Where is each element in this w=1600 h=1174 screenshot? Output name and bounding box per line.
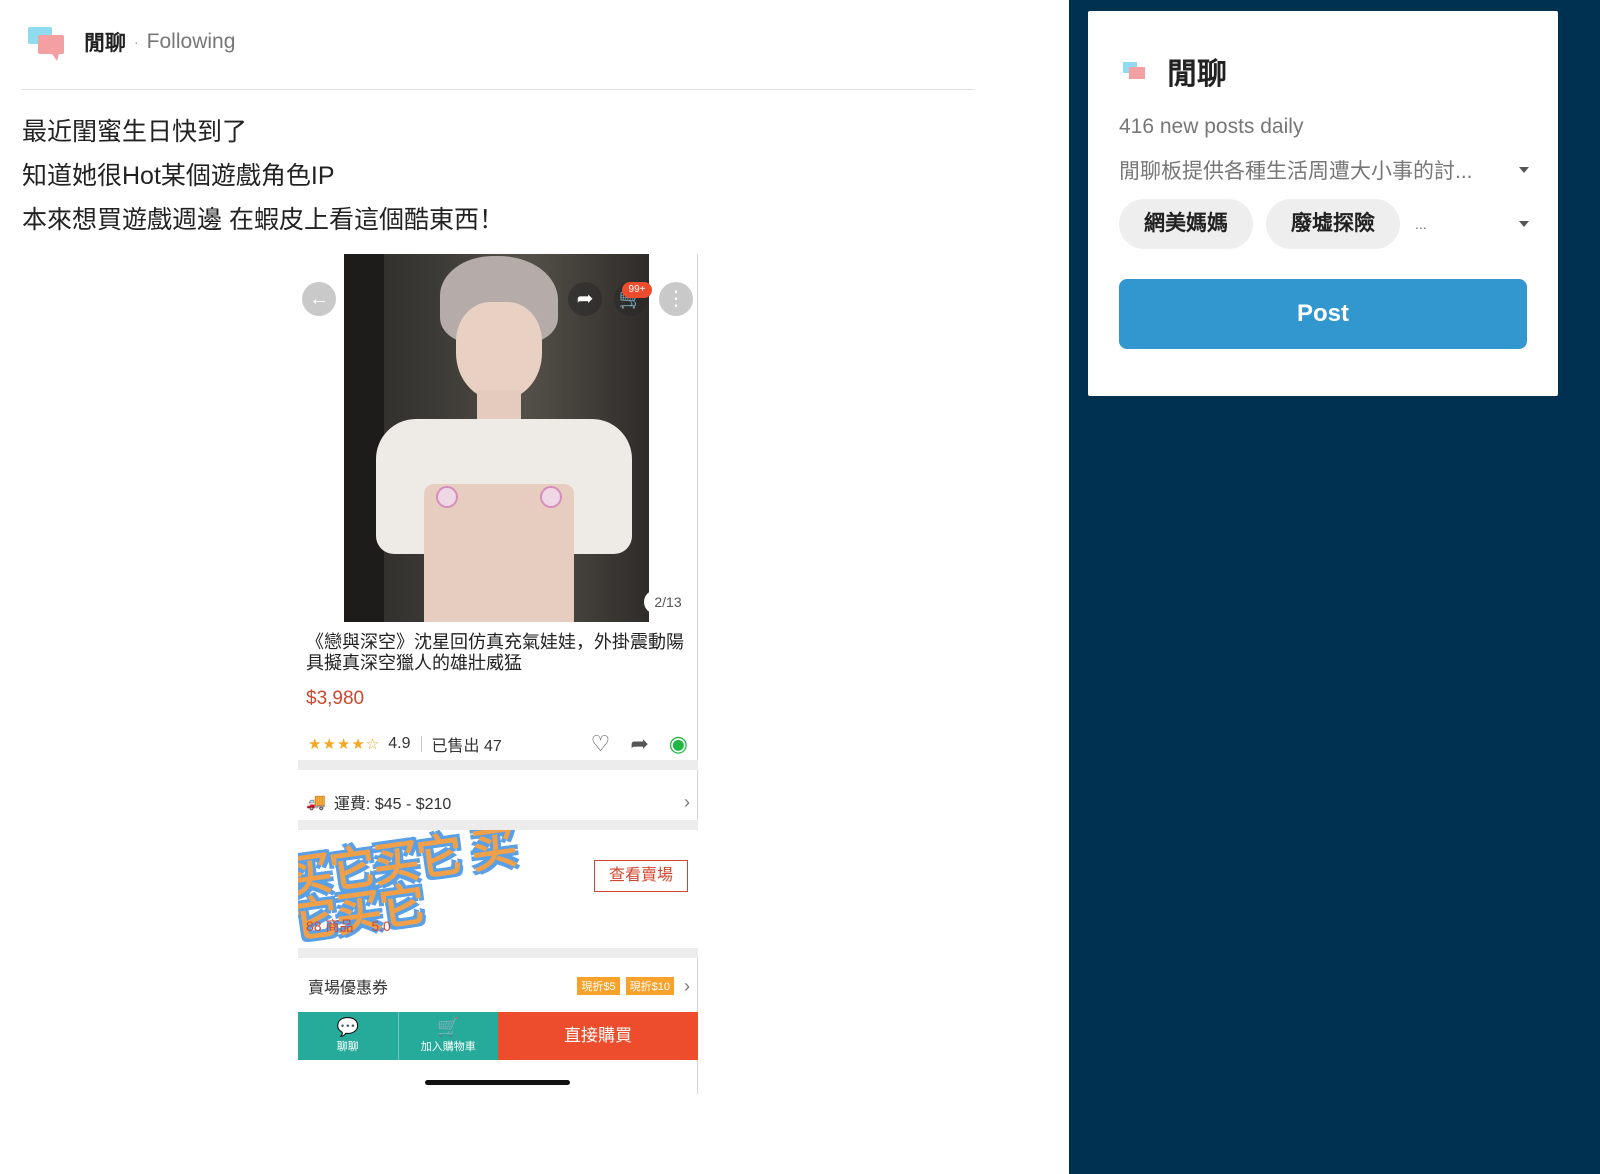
board-description-row[interactable]: 閒聊板提供各種生活周遭大小事的討...: [1119, 155, 1529, 185]
rating-stars: ★★★★☆: [308, 736, 381, 753]
expand-tags-caret-icon[interactable]: [1519, 221, 1529, 227]
board-name-link[interactable]: 閒聊: [84, 27, 126, 57]
embedded-screenshot[interactable]: ← ➦ 🛒 99+ ⋮ 2/13 《戀與深空》沈星回仿真充氣娃娃，外掛震動陽具擬…: [298, 254, 698, 1094]
rating-value: 4.9: [388, 735, 411, 752]
view-shop-button: 查看賣場: [594, 860, 688, 892]
shop-stats: 88 商品 5.0: [306, 916, 405, 936]
section-divider: [298, 948, 698, 958]
board-description: 閒聊板提供各種生活周遭大小事的討...: [1119, 160, 1473, 183]
chat-bubbles-icon: [22, 23, 66, 61]
add-to-cart-label: 加入購物車: [420, 1041, 476, 1053]
shop-section: 买它买它 买它买它 88 商品 5.0 查看賣場: [298, 830, 698, 948]
tag-chip[interactable]: 廢墟探險: [1266, 199, 1400, 249]
post-text-line: 知道她很Hot某個遊戲角色IP: [22, 162, 335, 190]
shipping-fee: 運費: $45 - $210: [333, 796, 452, 813]
cart-count-badge: 99+: [622, 282, 652, 298]
board-title[interactable]: 閒聊: [1167, 49, 1227, 93]
coupon-badge: 現折$10: [625, 977, 674, 995]
product-photo: [344, 254, 649, 622]
more-vertical-icon: ⋮: [659, 282, 693, 316]
daily-posts-count: 416 new posts daily: [1119, 115, 1304, 138]
home-indicator: [425, 1080, 570, 1085]
chevron-right-icon: ›: [684, 791, 690, 812]
share-icon: ➦: [630, 731, 649, 756]
shipping-row: 🚚 運費: $45 - $210 ›: [306, 790, 690, 814]
coupons-row: 賣場優惠券 現折$5 現折$10 ›: [308, 974, 690, 998]
shop-product-count: 88 商品: [306, 918, 354, 934]
chat-bubbles-icon: [1119, 58, 1149, 84]
product-title: 《戀與深空》沈星回仿真充氣娃娃，外掛震動陽具擬真深空獵人的雄壯威猛: [306, 632, 684, 673]
following-label[interactable]: Following: [147, 30, 236, 54]
post-text-line: 最近閨蜜生日快到了: [22, 118, 248, 146]
section-divider: [298, 820, 698, 830]
post-header: 閒聊 · Following: [22, 22, 235, 62]
board-tags: 網美媽媽 廢墟探險 ...: [1119, 199, 1529, 249]
board-card-header: 閒聊: [1119, 49, 1227, 93]
buy-now-button: 直接購買: [498, 1012, 698, 1060]
chevron-right-icon: ›: [684, 975, 690, 996]
rating-row: ★★★★☆ 4.9 已售出 47 ♡ ➦ ◉: [308, 731, 688, 756]
add-cart-icon: 🛒: [437, 1017, 460, 1037]
coupon-badge: 現折$5: [577, 977, 620, 995]
section-divider: [298, 760, 698, 770]
add-to-cart-button: 🛒 加入購物車: [397, 1012, 499, 1060]
censor-sticker: [436, 486, 458, 508]
post-text-line: 本來想買遊戲週邊 在蝦皮上看這個酷東西！: [22, 206, 504, 234]
post-button[interactable]: Post: [1119, 279, 1527, 349]
product-price: $3,980: [306, 688, 365, 709]
heart-icon: ♡: [590, 731, 611, 756]
censor-sticker: [540, 486, 562, 508]
post-panel: 閒聊 · Following 最近閨蜜生日快到了 知道她很Hot某個遊戲角色IP…: [0, 0, 1069, 1174]
board-info-card: 閒聊 416 new posts daily 閒聊板提供各種生活周遭大小事的討.…: [1088, 11, 1558, 396]
share-icon: ➦: [568, 282, 602, 316]
truck-icon: 🚚: [306, 794, 326, 811]
more-tags-ellipsis: ...: [1415, 216, 1427, 232]
coupons-label: 賣場優惠券: [308, 980, 389, 997]
sold-count: 已售出 47: [431, 738, 502, 755]
chat-label: 聊聊: [336, 1041, 359, 1053]
chat-icon: 💬: [336, 1017, 359, 1037]
shop-rating: 5.0: [371, 918, 391, 934]
back-arrow-icon: ←: [302, 282, 336, 316]
purchase-bar: 💬 聊聊 🛒 加入購物車 直接購買: [298, 1012, 698, 1060]
header-divider: [22, 89, 975, 90]
expand-caret-icon[interactable]: [1519, 167, 1529, 173]
line-chat-icon: ◉: [668, 731, 688, 756]
chat-button: 💬 聊聊: [298, 1012, 398, 1060]
tag-chip[interactable]: 網美媽媽: [1119, 199, 1253, 249]
image-page-count: 2/13: [644, 590, 692, 614]
post-content: 最近閨蜜生日快到了 知道她很Hot某個遊戲角色IP 本來想買遊戲週邊 在蝦皮上看…: [22, 110, 975, 242]
header-separator: ·: [134, 34, 139, 50]
